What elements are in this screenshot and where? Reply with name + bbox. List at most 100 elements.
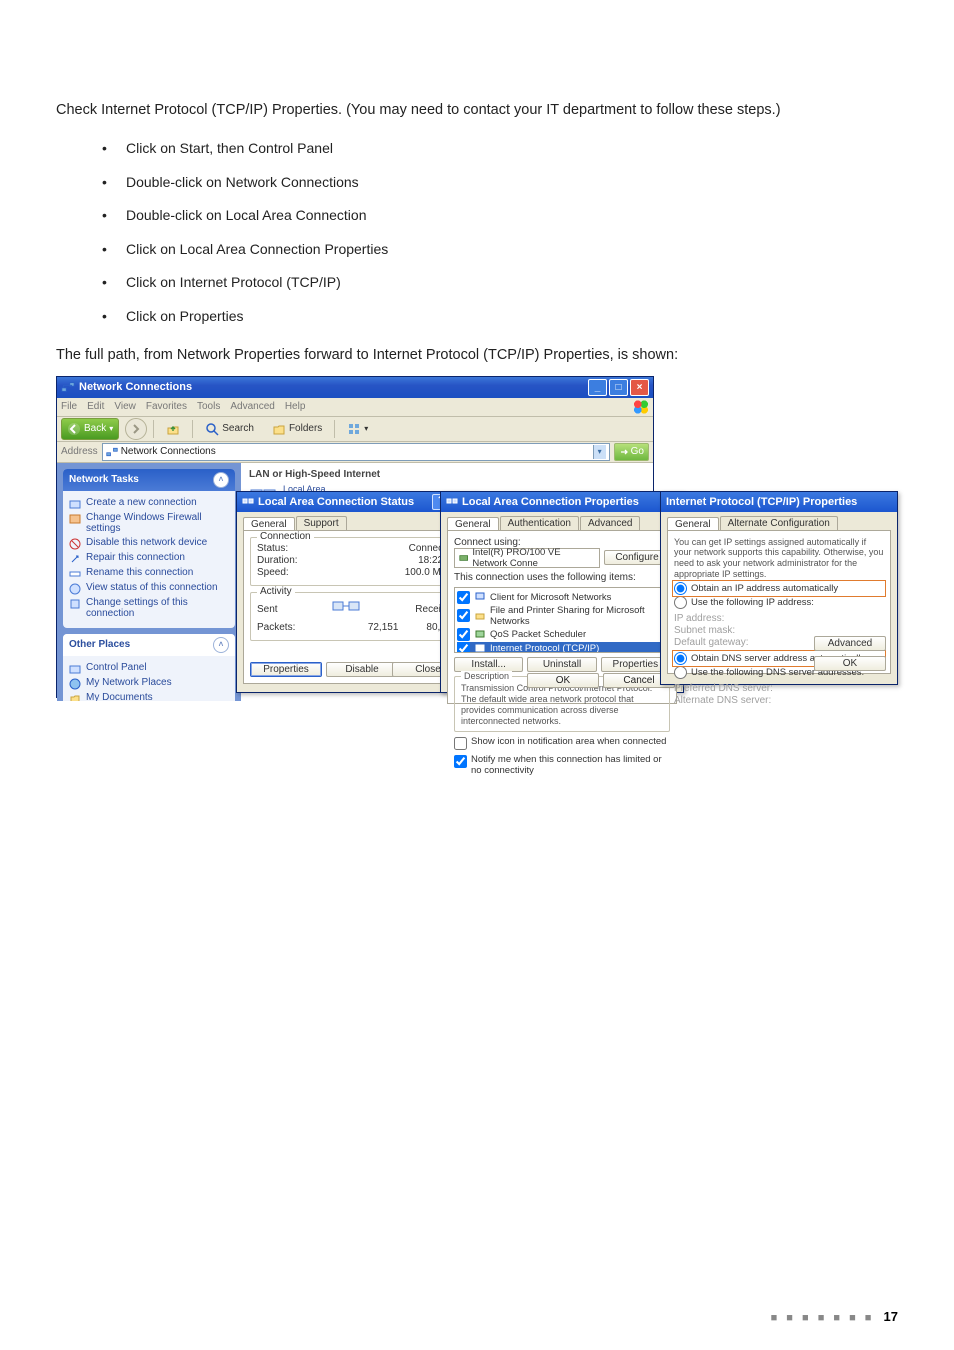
list-item-tcpip[interactable]: Internet Protocol (TCP/IP)	[457, 642, 667, 653]
install-button[interactable]: Install...	[454, 657, 523, 672]
footer-dots: ■ ■ ■ ■ ■ ■ ■	[771, 1312, 875, 1324]
lan-icon	[242, 496, 254, 508]
notify-label: Notify me when this connection has limit…	[471, 754, 670, 776]
radio-obtain-ip[interactable]: Obtain an IP address automatically	[674, 582, 884, 595]
menu-bar[interactable]: File Edit View Favorites Tools Advanced …	[57, 398, 653, 417]
my-documents-icon	[69, 693, 81, 701]
menu-file[interactable]: File	[61, 401, 77, 412]
menu-favorites[interactable]: Favorites	[146, 401, 187, 412]
task-item[interactable]: Rename this connection	[69, 567, 229, 580]
views-button[interactable]: ▾	[341, 418, 374, 440]
item-list[interactable]: Client for Microsoft Networks File and P…	[454, 587, 670, 653]
show-icon-check[interactable]	[454, 737, 467, 750]
activity-group-label: Activity	[257, 586, 295, 597]
tab-general[interactable]: General	[243, 517, 295, 531]
place-item[interactable]: Control Panel	[69, 662, 229, 675]
dialog-titlebar[interactable]: Internet Protocol (TCP/IP) Properties	[661, 492, 897, 512]
minimize-button[interactable]: _	[588, 379, 607, 396]
tab-advanced[interactable]: Advanced	[580, 516, 640, 530]
item-check[interactable]	[457, 591, 470, 604]
step-item: Click on Internet Protocol (TCP/IP)	[102, 273, 898, 293]
toolbar-divider	[192, 420, 193, 438]
notify-check[interactable]	[454, 755, 467, 768]
tab-authentication[interactable]: Authentication	[500, 516, 579, 530]
forward-button[interactable]	[125, 418, 147, 440]
item-check[interactable]	[457, 609, 470, 622]
maximize-button[interactable]: □	[609, 379, 628, 396]
list-item[interactable]: Client for Microsoft Networks	[457, 591, 667, 604]
menu-tools[interactable]: Tools	[197, 401, 220, 412]
menu-help[interactable]: Help	[285, 401, 306, 412]
disable-button[interactable]: Disable	[326, 662, 398, 677]
step-item: Double-click on Local Area Connection	[102, 206, 898, 226]
properties-button[interactable]: Properties	[250, 662, 322, 677]
close-button[interactable]: ×	[630, 379, 649, 396]
search-button[interactable]: Search	[199, 418, 260, 440]
packets-sent: 72,151	[368, 622, 399, 633]
client-icon	[474, 591, 486, 603]
tab-general[interactable]: General	[447, 517, 499, 531]
radio[interactable]	[674, 652, 687, 665]
status-label: Status:	[257, 543, 288, 554]
go-button[interactable]: Go	[614, 443, 649, 461]
menu-view[interactable]: View	[114, 401, 136, 412]
other-places-header[interactable]: Other Places ˄	[63, 634, 235, 656]
collapse-icon[interactable]: ˄	[213, 637, 229, 653]
dialog-titlebar[interactable]: Local Area Connection Properties	[441, 492, 683, 512]
network-tasks-box: Network Tasks ˄ Create a new connection …	[63, 469, 235, 628]
radio[interactable]	[674, 582, 687, 595]
step-item: Click on Start, then Control Panel	[102, 139, 898, 159]
repair-icon	[69, 553, 81, 565]
tab-support[interactable]: Support	[296, 516, 347, 530]
back-label: Back	[84, 423, 106, 434]
screenshot-composite: Network Connections _ □ × File Edit View…	[56, 376, 898, 698]
radio[interactable]	[674, 666, 687, 679]
place-item[interactable]: My Network Places	[69, 677, 229, 690]
menu-edit[interactable]: Edit	[87, 401, 104, 412]
adapter-name: Intel(R) PRO/100 VE Network Conne	[472, 547, 595, 569]
dialog-title: Local Area Connection Properties	[462, 496, 639, 508]
radio-use-ip[interactable]: Use the following IP address:	[674, 596, 884, 609]
duration-label: Duration:	[257, 555, 298, 566]
tab-general[interactable]: General	[667, 517, 719, 531]
collapse-icon[interactable]: ˄	[213, 472, 229, 488]
network-tasks-header[interactable]: Network Tasks ˄	[63, 469, 235, 491]
task-item[interactable]: Create a new connection	[69, 497, 229, 510]
share-icon	[474, 610, 486, 622]
item-check[interactable]	[457, 628, 470, 641]
list-item[interactable]: QoS Packet Scheduler	[457, 628, 667, 641]
task-item[interactable]: Disable this network device	[69, 537, 229, 550]
task-item[interactable]: Repair this connection	[69, 552, 229, 565]
uses-label: This connection uses the following items…	[454, 572, 670, 583]
adns-label: Alternate DNS server:	[674, 695, 771, 706]
back-button[interactable]: Back ▾	[61, 418, 119, 440]
place-item[interactable]: My Documents	[69, 692, 229, 701]
step-item: Click on Properties	[102, 307, 898, 327]
forward-arrow-icon	[129, 422, 143, 436]
tab-alternate[interactable]: Alternate Configuration	[720, 516, 838, 530]
toolbar-divider	[334, 420, 335, 438]
task-item[interactable]: View status of this connection	[69, 582, 229, 595]
speed-label: Speed:	[257, 567, 289, 578]
advanced-button[interactable]: Advanced	[814, 636, 886, 651]
task-item[interactable]: Change settings of this connection	[69, 597, 229, 620]
ok-button[interactable]: OK	[527, 673, 599, 688]
description-header: Description	[461, 671, 512, 682]
gateway-label: Default gateway:	[674, 637, 749, 648]
address-value: Network Connections	[121, 446, 216, 457]
address-dropdown-icon[interactable]: ▾	[593, 445, 606, 459]
folders-button[interactable]: Folders	[266, 418, 328, 440]
item-check[interactable]	[457, 642, 470, 653]
titlebar[interactable]: Network Connections _ □ ×	[57, 377, 653, 398]
address-combo[interactable]: Network Connections ▾	[102, 443, 610, 461]
up-button[interactable]	[160, 418, 186, 440]
other-places-box: Other Places ˄ Control Panel My Network …	[63, 634, 235, 701]
radio[interactable]	[674, 596, 687, 609]
task-item[interactable]: Change Windows Firewall settings	[69, 512, 229, 535]
ok-button[interactable]: OK	[814, 656, 886, 671]
connection-group: Connection Status:Connected Duration:18:…	[250, 537, 464, 586]
menu-advanced[interactable]: Advanced	[230, 401, 274, 412]
network-icon	[106, 446, 118, 458]
uninstall-button[interactable]: Uninstall	[527, 657, 596, 672]
list-item[interactable]: File and Printer Sharing for Microsoft N…	[457, 605, 667, 627]
